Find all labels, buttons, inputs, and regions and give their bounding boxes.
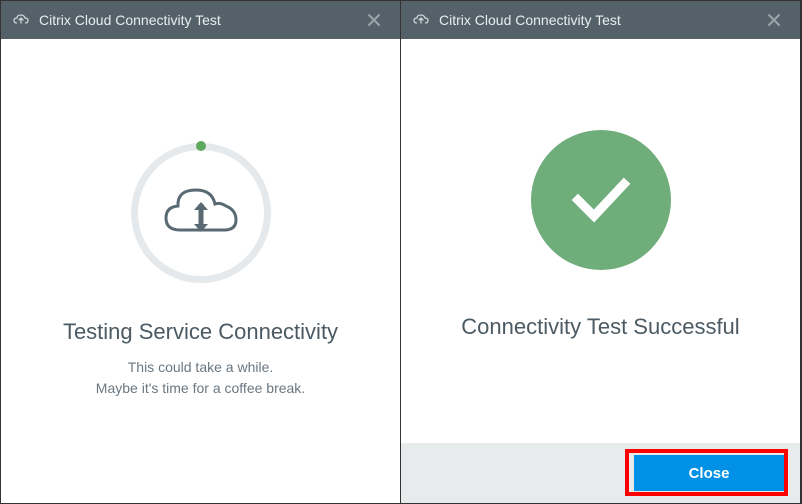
status-heading: Testing Service Connectivity [63, 319, 338, 345]
content-area: Testing Service Connectivity This could … [1, 39, 400, 503]
connectivity-test-dialog-progress: Citrix Cloud Connectivity Test Testing S… [1, 1, 401, 503]
cloud-sync-icon [131, 143, 271, 283]
status-subtext-line2: Maybe it's time for a coffee break. [96, 378, 305, 399]
cloud-upload-icon [413, 13, 431, 27]
titlebar: Citrix Cloud Connectivity Test [401, 1, 800, 39]
content-area: Connectivity Test Successful [401, 39, 800, 443]
close-icon[interactable] [360, 6, 388, 34]
status-subtext-line1: This could take a while. [128, 357, 274, 378]
cloud-upload-icon [13, 13, 31, 27]
window-title: Citrix Cloud Connectivity Test [39, 12, 360, 28]
status-heading: Connectivity Test Successful [461, 314, 739, 340]
success-checkmark-icon [531, 130, 671, 270]
titlebar: Citrix Cloud Connectivity Test [1, 1, 400, 39]
progress-spinner [131, 143, 271, 283]
close-icon[interactable] [760, 6, 788, 34]
close-button[interactable]: Close [634, 455, 784, 491]
connectivity-test-dialog-success: Citrix Cloud Connectivity Test Connectiv… [401, 1, 801, 503]
dialog-footer: Close [401, 443, 800, 503]
window-title: Citrix Cloud Connectivity Test [439, 12, 760, 28]
